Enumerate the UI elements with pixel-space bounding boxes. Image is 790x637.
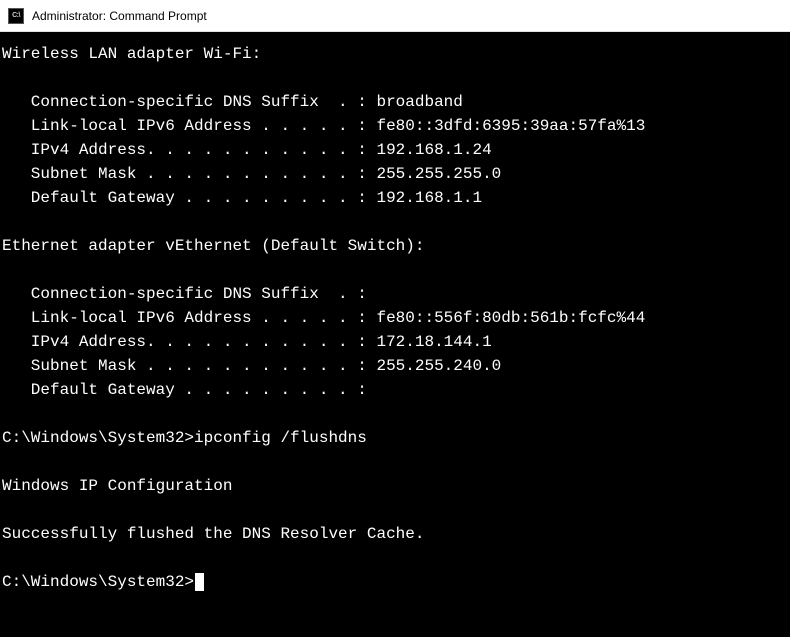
row-value: 255.255.255.0 <box>367 165 501 183</box>
prompt: C:\Windows\System32> <box>2 573 194 591</box>
window-title: Administrator: Command Prompt <box>32 9 207 23</box>
row-label: Connection-specific DNS Suffix . : <box>2 285 367 303</box>
row-label: Default Gateway . . . . . . . . . : <box>2 381 367 399</box>
row-value: 192.168.1.1 <box>367 189 482 207</box>
terminal-output[interactable]: Wireless LAN adapter Wi-Fi: Connection-s… <box>0 32 790 637</box>
row-label: IPv4 Address. . . . . . . . . . . : <box>2 141 367 159</box>
row-label: Subnet Mask . . . . . . . . . . . : <box>2 357 367 375</box>
row-value: fe80::556f:80db:561b:fcfc%44 <box>367 309 645 327</box>
row-label: Link-local IPv6 Address . . . . . : <box>2 309 367 327</box>
row-label: Subnet Mask . . . . . . . . . . . : <box>2 165 367 183</box>
row-value: 192.168.1.24 <box>367 141 492 159</box>
row-value: 255.255.240.0 <box>367 357 501 375</box>
output-line: Successfully flushed the DNS Resolver Ca… <box>2 525 424 543</box>
row-value: 172.18.144.1 <box>367 333 492 351</box>
command-input: ipconfig /flushdns <box>194 429 367 447</box>
row-label: Link-local IPv6 Address . . . . . : <box>2 117 367 135</box>
row-value: broadband <box>367 93 463 111</box>
cursor[interactable] <box>195 573 204 591</box>
row-label: Connection-specific DNS Suffix . : <box>2 93 367 111</box>
output-line: Windows IP Configuration <box>2 477 232 495</box>
adapter-header-wifi: Wireless LAN adapter Wi-Fi: <box>2 45 261 63</box>
row-label: Default Gateway . . . . . . . . . : <box>2 189 367 207</box>
row-value: fe80::3dfd:6395:39aa:57fa%13 <box>367 117 645 135</box>
cmd-icon: C:\ <box>8 8 24 24</box>
adapter-header-ethernet: Ethernet adapter vEthernet (Default Swit… <box>2 237 424 255</box>
window-titlebar[interactable]: C:\ Administrator: Command Prompt <box>0 0 790 32</box>
prompt: C:\Windows\System32> <box>2 429 194 447</box>
row-label: IPv4 Address. . . . . . . . . . . : <box>2 333 367 351</box>
